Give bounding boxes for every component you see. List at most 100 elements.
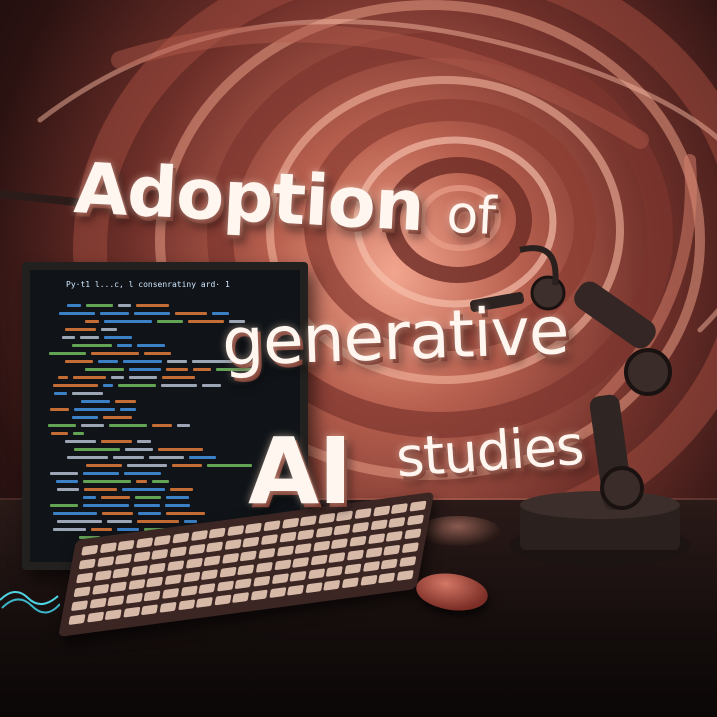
- code-segment: [65, 440, 96, 443]
- keyboard-key: [307, 568, 326, 580]
- code-segment: [102, 512, 133, 515]
- code-segment: [175, 312, 207, 315]
- keyboard-key: [237, 564, 255, 576]
- keyboard-key: [292, 556, 310, 568]
- keyboard-key: [349, 535, 367, 547]
- keyboard-key: [141, 604, 159, 616]
- code-segment: [53, 528, 86, 531]
- code-segment: [101, 496, 130, 499]
- keyboard-key: [294, 543, 312, 555]
- code-segment: [189, 456, 216, 459]
- code-segment: [48, 424, 76, 427]
- code-segment: [65, 328, 96, 331]
- code-segment: [136, 304, 169, 307]
- code-segment: [170, 488, 193, 491]
- code-segment: [129, 376, 157, 379]
- code-segment: [49, 352, 86, 355]
- keyboard-key: [216, 580, 234, 592]
- code-segment: [83, 472, 119, 475]
- keyboard-key: [164, 574, 182, 586]
- keyboard-key: [287, 584, 305, 596]
- code-segment: [81, 400, 110, 403]
- keyboard-key: [401, 542, 419, 554]
- headline-word-of: of: [445, 184, 497, 247]
- keyboard-key: [351, 521, 370, 533]
- keyboard-key: [167, 560, 185, 572]
- keyboard-key: [81, 544, 99, 556]
- code-segment: [67, 456, 108, 459]
- code-segment: [98, 360, 118, 363]
- code-segment: [167, 360, 187, 363]
- keyboard-key: [187, 543, 206, 555]
- code-segment: [107, 520, 132, 523]
- keyboard-key: [279, 531, 297, 543]
- keyboard-key: [70, 600, 89, 612]
- keyboard-key: [94, 570, 112, 582]
- keyboard-key: [268, 587, 287, 599]
- keyboard-key: [99, 542, 117, 554]
- code-segment: [193, 368, 211, 371]
- keyboard-key: [177, 599, 195, 611]
- keyboard-key: [388, 516, 406, 528]
- headline-word-studies: studies: [394, 413, 586, 490]
- keyboard-key: [214, 594, 232, 606]
- code-segment: [188, 320, 224, 323]
- keyboard-key: [133, 551, 151, 563]
- code-segment: [152, 480, 169, 483]
- keyboard-key: [151, 548, 169, 560]
- code-segment: [100, 312, 129, 315]
- keyboard-key: [406, 514, 424, 526]
- keyboard-key: [398, 556, 417, 568]
- code-segment: [129, 368, 161, 371]
- keyboard-key: [276, 545, 294, 557]
- code-segment: [123, 360, 162, 363]
- keyboard-key: [289, 570, 307, 582]
- code-segment: [83, 496, 96, 499]
- code-segment: [166, 368, 188, 371]
- code-segment: [72, 416, 98, 419]
- keyboard-key: [117, 539, 135, 551]
- keyboard-key: [91, 583, 109, 595]
- keyboard-key: [112, 567, 130, 579]
- code-segment: [103, 384, 113, 387]
- code-segment: [184, 520, 197, 523]
- keyboard-key: [409, 500, 427, 512]
- keyboard-key: [148, 562, 167, 574]
- keyboard-key: [305, 582, 323, 594]
- code-segment: [134, 312, 170, 315]
- code-segment: [137, 440, 151, 443]
- keyboard-key: [201, 569, 219, 581]
- code-segment: [124, 472, 161, 475]
- screen-title: Py·t1 l...c, l consenratiny ard· 1: [66, 280, 230, 289]
- code-segment: [138, 512, 161, 515]
- keyboard-key: [396, 569, 414, 581]
- code-segment: [57, 520, 102, 523]
- keyboard-key: [96, 556, 115, 568]
- keyboard-key: [260, 534, 279, 546]
- code-segment: [86, 304, 113, 307]
- keyboard-key: [198, 583, 216, 595]
- keyboard-key: [195, 596, 214, 608]
- keyboard-key: [203, 555, 221, 567]
- keyboard-key: [315, 526, 333, 538]
- code-segment: [67, 304, 81, 307]
- code-segment: [54, 392, 67, 395]
- keyboard-key: [78, 558, 96, 570]
- keyboard-key: [109, 581, 128, 593]
- keyboard-key: [232, 591, 250, 603]
- keyboard-key: [344, 563, 362, 575]
- keyboard-key: [378, 572, 396, 584]
- keyboard-key: [219, 566, 237, 578]
- keyboard-key: [297, 529, 315, 541]
- code-segment: [120, 408, 136, 411]
- keyboard-key: [226, 525, 245, 537]
- code-segment: [50, 472, 78, 475]
- keyboard-key: [346, 549, 365, 561]
- code-segment: [149, 456, 184, 459]
- keyboard-key: [372, 505, 390, 517]
- code-segment: [85, 368, 124, 371]
- code-segment: [50, 408, 69, 411]
- keyboard-key: [180, 585, 198, 597]
- keyboard-key: [182, 571, 201, 583]
- code-segment: [166, 512, 205, 515]
